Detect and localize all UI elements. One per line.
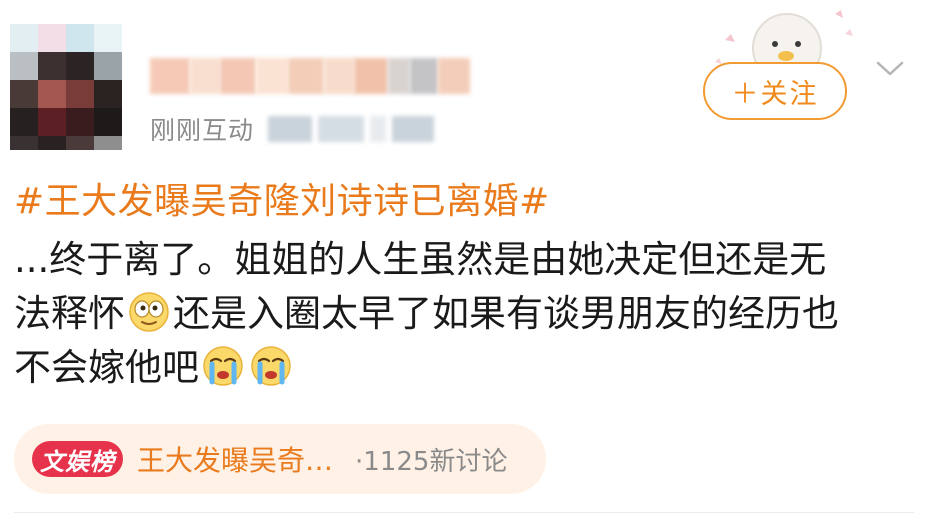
card-skin-decoration (715, 10, 853, 70)
username-blurred[interactable] (150, 58, 470, 94)
post-time: 刚刚互动 (150, 116, 255, 145)
crying-face-icon (203, 346, 243, 386)
post-text-line-2: 法释怀 还是入圈太早了如果有谈男朋友的经历也 (14, 288, 839, 340)
post-hashtag-link[interactable]: #王大发曝吴奇隆刘诗诗已离婚# (14, 178, 550, 226)
avatar[interactable] (10, 24, 122, 150)
doge-face-icon (129, 292, 169, 332)
divider (14, 512, 914, 513)
post-meta: 刚刚互动 (150, 112, 435, 146)
post-text-line-1: ...终于离了。姐姐的人生虽然是由她决定但还是无 (14, 238, 827, 281)
post-text-segment: 还是入圈太早了如果有谈男朋友的经历也 (173, 292, 839, 335)
post-source-blurred (268, 116, 435, 142)
follow-button[interactable]: ＋关注 (703, 62, 847, 120)
post-text-segment: 不会嫁他吧 (14, 346, 199, 389)
hot-topic-card[interactable]: 文娱榜 王大发曝吴奇… ·1125新讨论 (14, 424, 546, 494)
topic-card-discussion-count: ·1125新讨论 (355, 446, 508, 477)
post-text-line-3: 不会嫁他吧 (14, 342, 295, 394)
post-text-segment: 法释怀 (14, 292, 125, 335)
follow-button-label: ＋关注 (731, 78, 819, 110)
chevron-down-icon[interactable] (874, 52, 906, 84)
entertainment-rank-badge: 文娱榜 (32, 441, 123, 477)
weibo-post: 刚刚互动 ＋关注 #王大发曝吴奇隆刘诗诗已离婚# ...终于离了。姐姐的人生虽然… (0, 0, 928, 522)
topic-card-title: 王大发曝吴奇… (137, 444, 334, 477)
crying-face-icon (251, 346, 291, 386)
avatar-pixelated-image (10, 24, 122, 150)
